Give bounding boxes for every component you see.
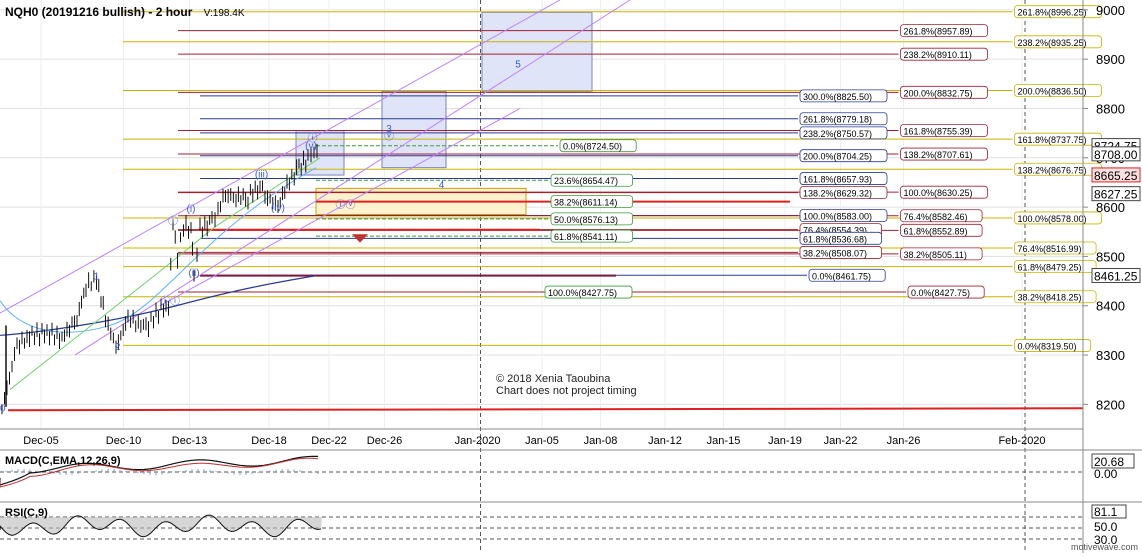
rsi-title-text: RSI(C,9) [5, 507, 48, 519]
x-tick-label: Jan-12 [648, 435, 682, 447]
fib-label: 100.0%(8578.00) [1018, 214, 1087, 224]
fib-label: 100.0%(8427.75) [548, 288, 617, 298]
x-tick-label: Dec-18 [251, 435, 286, 447]
x-tick-label: Jan-19 [768, 435, 802, 447]
y-tick-label: 8600 [1096, 200, 1125, 215]
fib-label: 0.0%(8724.50) [563, 142, 622, 152]
fib-label: 76.4%(8516.99) [1018, 244, 1082, 254]
y-tick-label: 9000 [1096, 3, 1125, 18]
y-tick-label: 8800 [1096, 101, 1125, 116]
fib-label: 61.8%(8552.89) [904, 226, 968, 236]
macd-title-text: MACD(C,EMA,12,26,9) [5, 455, 121, 467]
wave-label: (iii) [255, 170, 268, 181]
macd-tick-label: 0.00 [1094, 467, 1118, 481]
fib-label: 161.8%(8737.75) [1018, 135, 1087, 145]
wave-5-target-box [481, 11, 593, 92]
rsi-tick-label: 50.0 [1094, 520, 1118, 534]
fib-label: 161.8%(8657.93) [803, 175, 872, 185]
x-tick-label: Jan-22 [824, 435, 858, 447]
fib-label: 76.4%(8582.46) [904, 212, 968, 222]
y-tick-label: 8900 [1096, 52, 1125, 67]
fib-label: 238.2%(8935.25) [1018, 38, 1087, 48]
x-tick-label: Jan-15 [707, 435, 741, 447]
x-tick-label: Dec-22 [311, 435, 346, 447]
wave-label: 3 [386, 124, 392, 135]
fib-label: 38.2%(8418.25) [1018, 293, 1082, 303]
fib-label: 38.2%(8508.07) [803, 248, 867, 258]
x-tick-label: Jan-26 [887, 435, 921, 447]
price-flag-label: 8627.25 [1094, 188, 1138, 202]
x-tick-label: Jan-2020 [455, 435, 501, 447]
watermark: motivewave.com [1070, 542, 1138, 552]
fib-label: 200.0%(8704.25) [803, 152, 872, 162]
price-flag-label: 8461.25 [1094, 270, 1138, 284]
price-flag-label: 8665.25 [1094, 169, 1138, 183]
fib-label: 0.0%(8319.50) [1018, 341, 1077, 351]
disclaimer-text: Chart does not project timing [496, 385, 637, 397]
x-tick-label: Feb-2020 [998, 435, 1045, 447]
fib-label: 61.8%(8479.25) [1018, 263, 1082, 273]
wave-label: (ii) [188, 268, 199, 279]
volume-readout: V:198.4K [203, 8, 245, 19]
x-tick-label: Dec-10 [106, 435, 141, 447]
fib-label: 61.8%(8541.11) [554, 232, 617, 242]
fib-label: 161.8%(8755.39) [904, 126, 973, 136]
y-tick-label: 8200 [1096, 397, 1125, 412]
wave-label: (i) [187, 204, 196, 215]
x-tick-label: Dec-05 [23, 435, 58, 447]
y-tick-label: 8300 [1096, 348, 1125, 363]
fib-label: 0.0%(8461.75) [812, 271, 871, 281]
fib-label: 100.0%(8630.25) [904, 188, 973, 198]
fib-label: 300.0%(8825.50) [803, 92, 872, 102]
fib-label: 61.8%(8536.68) [803, 234, 867, 244]
wave-label: ⓘⓘ [160, 296, 180, 308]
chart-svg: 012ⓘⓘⓘ(i)(ii)(iii)(iv)(v)ⓘ ⓥ34ⓘⓥ5 261.8%(… [0, 0, 1142, 553]
fib-label: 200.0%(8836.50) [1018, 86, 1087, 96]
wave-label: 1 [94, 272, 100, 283]
fib-label: 138.2%(8707.61) [904, 150, 973, 160]
fib-label: 200.0%(8832.75) [904, 88, 973, 98]
fib-label: 138.2%(8676.75) [1018, 165, 1087, 175]
wave-label: ⓘⓥ [336, 199, 356, 211]
fib-label: 138.2%(8629.32) [803, 189, 872, 199]
chart-title-text: NQH0 (20191216 bullish) - 2 hour [5, 5, 193, 19]
y-tick-label: 8500 [1096, 249, 1125, 264]
rsi-tick-label: 81.1 [1094, 505, 1118, 519]
wave-label: 5 [515, 60, 521, 71]
chart-root: 0 1 2 ⓘ ⓘⓘ (i) (ii) (iii) (iv) (v) ⓘ ⓥ 3 4 ⓘⓥ 5 261.8%(… [0, 0, 1142, 553]
x-tick-label: Dec-26 [367, 435, 402, 447]
fib-label: 38.2%(8505.11) [904, 250, 967, 260]
wave-label: 4 [439, 180, 445, 191]
copyright-note: © 2018 Xenia Taoubina Chart does not pro… [496, 373, 637, 397]
fib-label: 261.8%(8996.25) [1018, 8, 1087, 18]
price-flag-label: 8708.00 [1094, 148, 1138, 162]
wave-label: 0 [0, 404, 6, 415]
fib-label: 0.0%(8427.75) [911, 288, 970, 298]
fib-label: 50.0%(8576.13) [554, 215, 618, 225]
fib-label: 100.0%(8583.00) [803, 211, 872, 221]
macd-title: MACD(C,EMA,12,26,9) [5, 455, 121, 467]
fib-label: 238.2%(8750.57) [803, 129, 872, 139]
wave-label: ⓘ [308, 133, 318, 145]
y-tick-label: 8400 [1096, 299, 1125, 314]
fib-label: 261.8%(8779.18) [803, 115, 872, 125]
x-tick-label: Jan-08 [584, 435, 618, 447]
wave-label: ⓘ [168, 215, 178, 227]
chart-title: NQH0 (20191216 bullish) - 2 hour V:198.4… [5, 5, 245, 19]
rsi-title: RSI(C,9) [5, 507, 48, 519]
fib-label: 38.2%(8611.14) [554, 198, 617, 208]
wave-label: (iv) [271, 203, 285, 214]
fib-label: 238.2%(8910.11) [904, 50, 972, 60]
wave-label: 2 [115, 342, 121, 353]
fib-label: 23.6%(8654.47) [554, 176, 618, 186]
fib-label: 261.8%(8957.89) [904, 27, 973, 37]
x-tick-label: Jan-05 [525, 435, 559, 447]
x-tick-label: Dec-13 [172, 435, 207, 447]
copyright-text: © 2018 Xenia Taoubina [496, 373, 611, 385]
